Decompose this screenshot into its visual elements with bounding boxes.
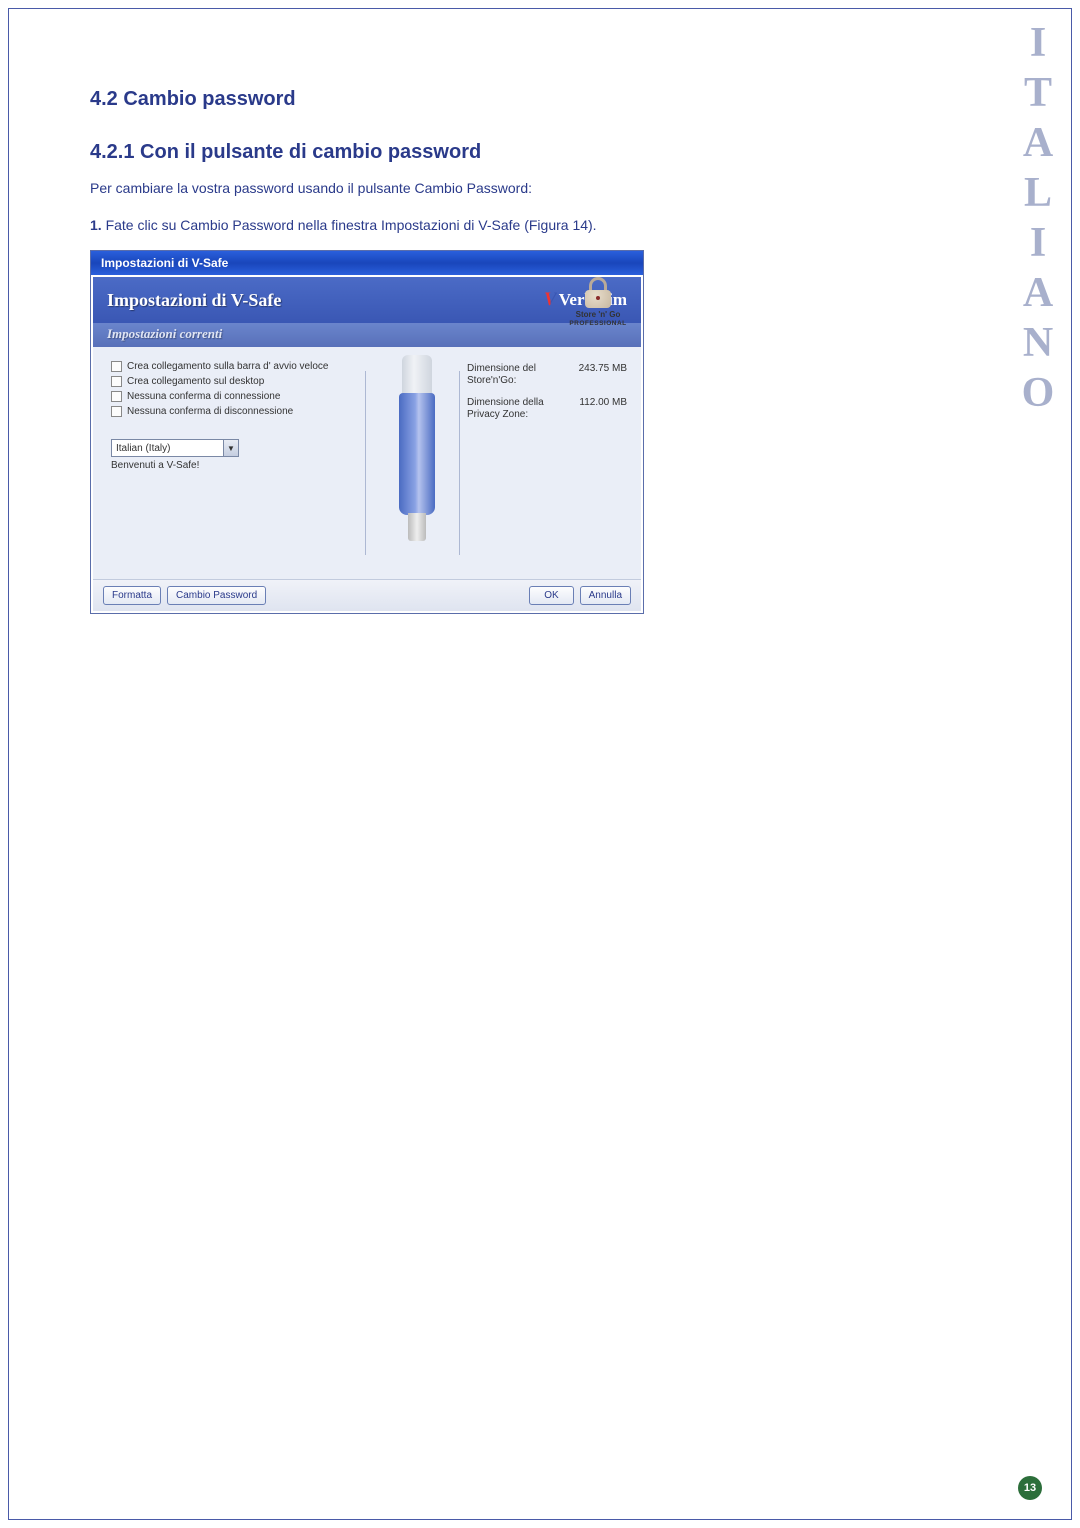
step-num: 1. [90, 217, 102, 233]
dialog-subheader: Impostazioni correnti [93, 323, 641, 347]
settings-right-column: Store 'n' Go PROFESSIONAL Dimensione del… [463, 347, 641, 579]
sidebar-language: ITALIANO [1014, 20, 1062, 420]
checkbox-icon [111, 376, 122, 387]
zone-label: Dimensione della Privacy Zone: [467, 397, 559, 421]
checkbox-label: Crea collegamento sulla barra d' avvio v… [127, 361, 328, 372]
ok-button[interactable]: OK [529, 586, 573, 605]
dialog-titlebar: Impostazioni di V-Safe [91, 251, 643, 275]
usb-drive-icon [399, 355, 435, 545]
size-value: 243.75 MB [559, 363, 627, 387]
dialog-header-title: Impostazioni di V-Safe [107, 290, 281, 311]
checkbox-disconnect-confirm[interactable]: Nessuna conferma di disconnessione [111, 406, 361, 417]
intro-paragraph: Per cambiare la vostra password usando i… [90, 178, 870, 199]
checkbox-desktop[interactable]: Crea collegamento sul desktop [111, 376, 361, 387]
cancel-button[interactable]: Annulla [580, 586, 631, 605]
welcome-text: Benvenuti a V-Safe! [111, 460, 361, 471]
checkbox-quicklaunch[interactable]: Crea collegamento sulla barra d' avvio v… [111, 361, 361, 372]
page-number: 13 [1018, 1476, 1042, 1500]
verbatim-v-icon: V [544, 289, 557, 311]
storengo-brand: Store 'n' Go PROFESSIONAL [569, 277, 627, 327]
chevron-down-icon: ▼ [223, 440, 238, 456]
brand-sub: PROFESSIONAL [569, 320, 627, 327]
checkbox-icon [111, 406, 122, 417]
checkbox-icon [111, 391, 122, 402]
vsafe-settings-dialog: Impostazioni di V-Safe Impostazioni di V… [90, 250, 644, 614]
checkbox-label: Nessuna conferma di disconnessione [127, 406, 293, 417]
brand-label: Store 'n' Go [569, 311, 627, 320]
dialog-header: Impostazioni di V-Safe VVerbatim [93, 277, 641, 323]
usb-illustration [371, 347, 463, 579]
step-text: Fate clic su Cambio Password nella fines… [102, 217, 597, 233]
size-label: Dimensione del Store'n'Go: [467, 363, 559, 387]
checkbox-icon [111, 361, 122, 372]
change-password-button[interactable]: Cambio Password [167, 586, 266, 605]
heading-section: 4.2 Cambio password [90, 88, 870, 111]
language-select[interactable]: Italian (Italy) ▼ [111, 439, 239, 457]
settings-left-column: Crea collegamento sulla barra d' avvio v… [93, 347, 371, 579]
format-button[interactable]: Formatta [103, 586, 161, 605]
checkbox-label: Nessuna conferma di connessione [127, 391, 280, 402]
heading-subsection: 4.2.1 Con il pulsante di cambio password [90, 141, 870, 164]
zone-value: 112.00 MB [559, 397, 627, 421]
checkbox-connect-confirm[interactable]: Nessuna conferma di connessione [111, 391, 361, 402]
step-1: 1. Fate clic su Cambio Password nella fi… [90, 215, 870, 236]
lock-icon [584, 277, 612, 310]
language-selected-value: Italian (Italy) [116, 443, 170, 454]
checkbox-label: Crea collegamento sul desktop [127, 376, 264, 387]
